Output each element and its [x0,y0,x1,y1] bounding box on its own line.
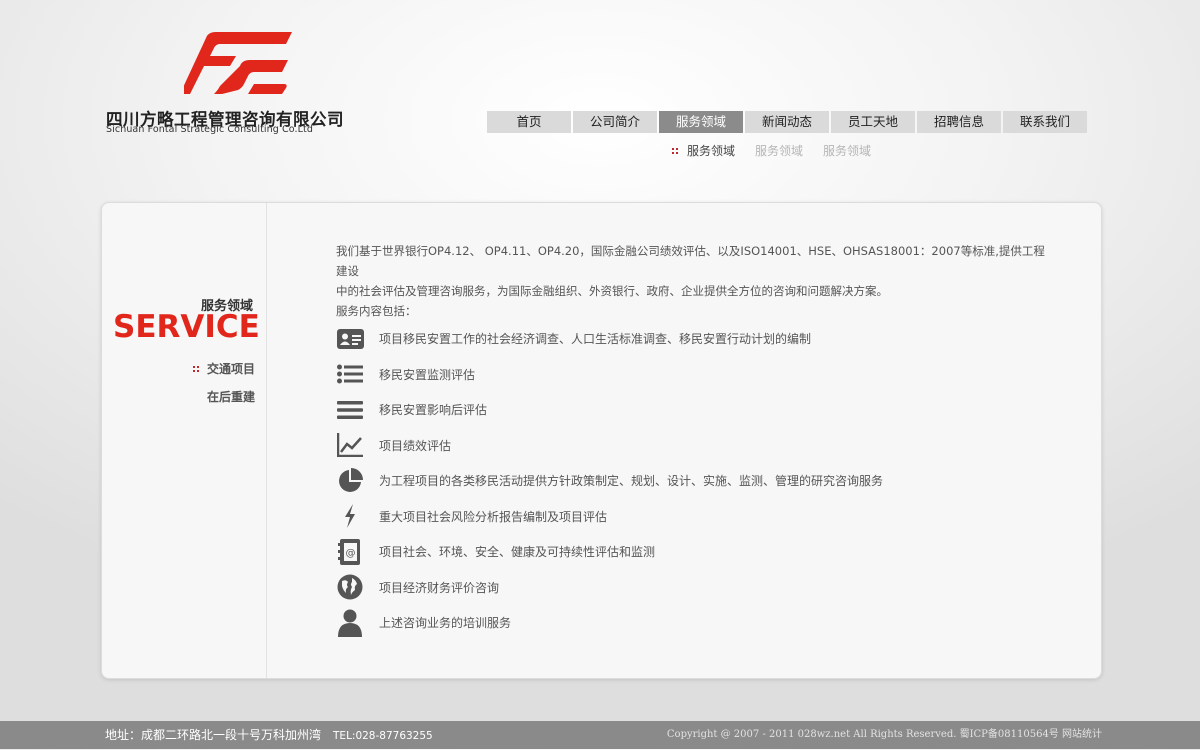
service-text: 项目绩效评估 [379,438,452,453]
globe-icon [336,573,364,601]
subnav-item-label: 服务领域 [755,144,804,158]
bullet-icon [672,147,678,154]
footer: 地址：成都二环路北一段十号万科加州湾 TEL:028-87763255 Copyr… [0,721,1200,749]
sidebar-menu: 交通项目 在后重建 [192,361,255,417]
icp-link[interactable]: 蜀ICP备08110564号 [960,729,1059,740]
intro-line: 我们基于世界银行OP4.12、 OP4.11、OP4.20，国际金融公司绩效评估… [336,244,1045,278]
service-text: 移民安置影响后评估 [379,403,488,418]
intro-line: 中的社会评估及管理咨询服务，为国际金融组织、外资银行、政府、企业提供全方位的咨询… [336,284,888,298]
sub-nav: 服务领域 服务领域 服务领域 [672,142,891,159]
nav-item-services[interactable]: 服务领域 [659,111,743,133]
sidebar-item-label: 交通项目 [206,362,255,376]
service-text: 上述咨询业务的培训服务 [379,616,512,631]
company-logo[interactable]: 四川方略工程管理咨询有限公司 Sichuan Fontal Strategic … [104,30,354,140]
logo-mark-icon [184,32,292,94]
service-list: 项目移民安置工作的社会经济调查、人口生活标准调查、移民安置行动计划的编制 移民安… [336,321,883,641]
line-chart-icon [336,431,364,459]
telephone-text: TEL:028-87763255 [333,730,433,742]
service-item: 项目移民安置工作的社会经济调查、人口生活标准调查、移民安置行动计划的编制 [336,321,883,357]
subnav-item[interactable]: 服务领域 [755,142,803,159]
service-item: @ 项目社会、环境、安全、健康及可持续性评估和监测 [336,534,883,570]
service-text: 为工程项目的各类移民活动提供方针政策制定、规划、设计、实施、监测、管理的研究咨询… [379,474,884,489]
sidebar-item-reconstruction[interactable]: 在后重建 [193,389,255,417]
service-item: 项目经济财务评价咨询 [336,570,883,606]
nav-item-about[interactable]: 公司简介 [573,111,657,133]
subnav-item[interactable]: 服务领域 [672,142,735,159]
bullet-icon [192,366,199,372]
intro-line: 服务内容包括： [336,304,417,318]
subnav-item-label: 服务领域 [687,144,736,158]
address-text: 地址：成都二环路北一段十号万科加州湾 [105,728,322,742]
service-item: 项目绩效评估 [336,428,883,464]
sidebar-heading-en: SERVICE [113,309,260,345]
service-text: 重大项目社会风险分析报告编制及项目评估 [379,509,608,524]
service-item: 为工程项目的各类移民活动提供方针政策制定、规划、设计、实施、监测、管理的研究咨询… [336,463,883,499]
nav-item-jobs[interactable]: 招聘信息 [917,111,1001,133]
service-text: 项目移民安置工作的社会经济调查、人口生活标准调查、移民安置行动计划的编制 [379,332,812,347]
id-card-icon [336,325,364,353]
nav-item-news[interactable]: 新闻动态 [745,111,829,133]
copyright-text: Copyright @ 2007 - 2011 028wz.net All Ri… [666,729,960,740]
menu-lines-icon [336,396,364,424]
intro-text: 我们基于世界银行OP4.12、 OP4.11、OP4.20，国际金融公司绩效评估… [336,241,1056,321]
footer-copyright: Copyright @ 2007 - 2011 028wz.net All Ri… [667,721,1102,749]
company-name-en: Sichuan Fontal Strategic Consulting Co.L… [106,124,313,135]
service-item: 上述咨询业务的培训服务 [336,605,883,641]
address-book-icon: @ [336,538,364,566]
list-icon [336,360,364,388]
nav-item-staff[interactable]: 员工天地 [831,111,915,133]
service-item: 重大项目社会风险分析报告编制及项目评估 [336,499,883,535]
service-text: 项目经济财务评价咨询 [379,580,500,595]
service-item: 移民安置监测评估 [336,357,883,393]
main-nav: 首页 公司简介 服务领域 新闻动态 员工天地 招聘信息 联系我们 [487,111,1089,133]
nav-item-home[interactable]: 首页 [487,111,571,133]
sidebar-item-label: 在后重建 [206,390,255,404]
svg-text:@: @ [346,548,356,559]
nav-item-contact[interactable]: 联系我们 [1003,111,1087,133]
subnav-item-label: 服务领域 [823,144,872,158]
users-icon [336,609,364,637]
lightning-icon [336,502,364,530]
sidebar-item-traffic[interactable]: 交通项目 [192,361,255,389]
subnav-item[interactable]: 服务领域 [823,142,871,159]
footer-address: 地址：成都二环路北一段十号万科加州湾 TEL:028-87763255 [105,721,433,750]
pie-chart-icon [336,467,364,495]
service-text: 移民安置监测评估 [379,367,476,382]
content-panel: 服务领域 SERVICE 交通项目 在后重建 我们基于世界银行OP4.12、 O… [101,202,1102,679]
service-item: 移民安置影响后评估 [336,392,883,428]
stats-link[interactable]: 网站统计 [1062,729,1102,740]
service-text: 项目社会、环境、安全、健康及可持续性评估和监测 [379,545,656,560]
sidebar-divider [266,203,267,678]
